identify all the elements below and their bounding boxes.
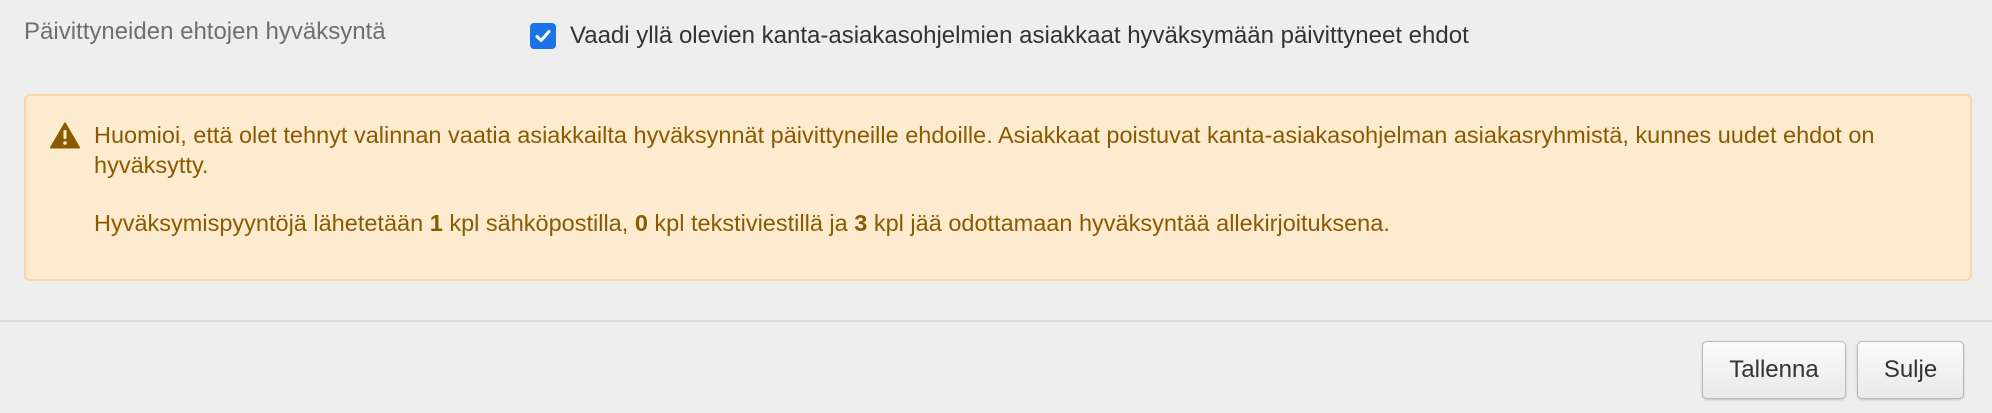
save-button[interactable]: Tallenna xyxy=(1702,341,1846,399)
email-count: 1 xyxy=(429,210,443,236)
email-text: kpl sähköpostilla, xyxy=(449,210,629,236)
terms-acceptance-label: Päivittyneiden ehtojen hyväksyntä xyxy=(24,18,386,45)
terms-acceptance-row: Päivittyneiden ehtojen hyväksyntä Vaadi … xyxy=(0,0,1992,70)
warning-icon xyxy=(50,122,80,149)
require-terms-checkbox-control[interactable]: Vaadi yllä olevien kanta-asiakasohjelmie… xyxy=(530,22,1469,50)
close-button[interactable]: Sulje xyxy=(1857,341,1964,399)
sms-count: 0 xyxy=(634,210,648,236)
alert-message: Huomioi, että olet tehnyt valinnan vaati… xyxy=(94,122,1875,178)
footer-divider xyxy=(0,320,1992,322)
warning-alert: Huomioi, että olet tehnyt valinnan vaati… xyxy=(24,94,1972,281)
require-terms-checkbox[interactable] xyxy=(530,23,556,49)
alert-summary: Hyväksymispyyntöjä lähetetään 1 kpl sähk… xyxy=(94,208,1954,238)
signature-text: kpl jää odottamaan hyväksyntää allekirjo… xyxy=(873,210,1390,236)
alert-content: Huomioi, että olet tehnyt valinnan vaati… xyxy=(94,120,1954,238)
summary-prefix: Hyväksymispyyntöjä lähetetään xyxy=(94,210,424,236)
signature-count: 3 xyxy=(854,210,868,236)
checkmark-icon xyxy=(535,30,551,42)
sms-text: kpl tekstiviestillä ja xyxy=(654,210,848,236)
require-terms-checkbox-label: Vaadi yllä olevien kanta-asiakasohjelmie… xyxy=(570,22,1469,49)
